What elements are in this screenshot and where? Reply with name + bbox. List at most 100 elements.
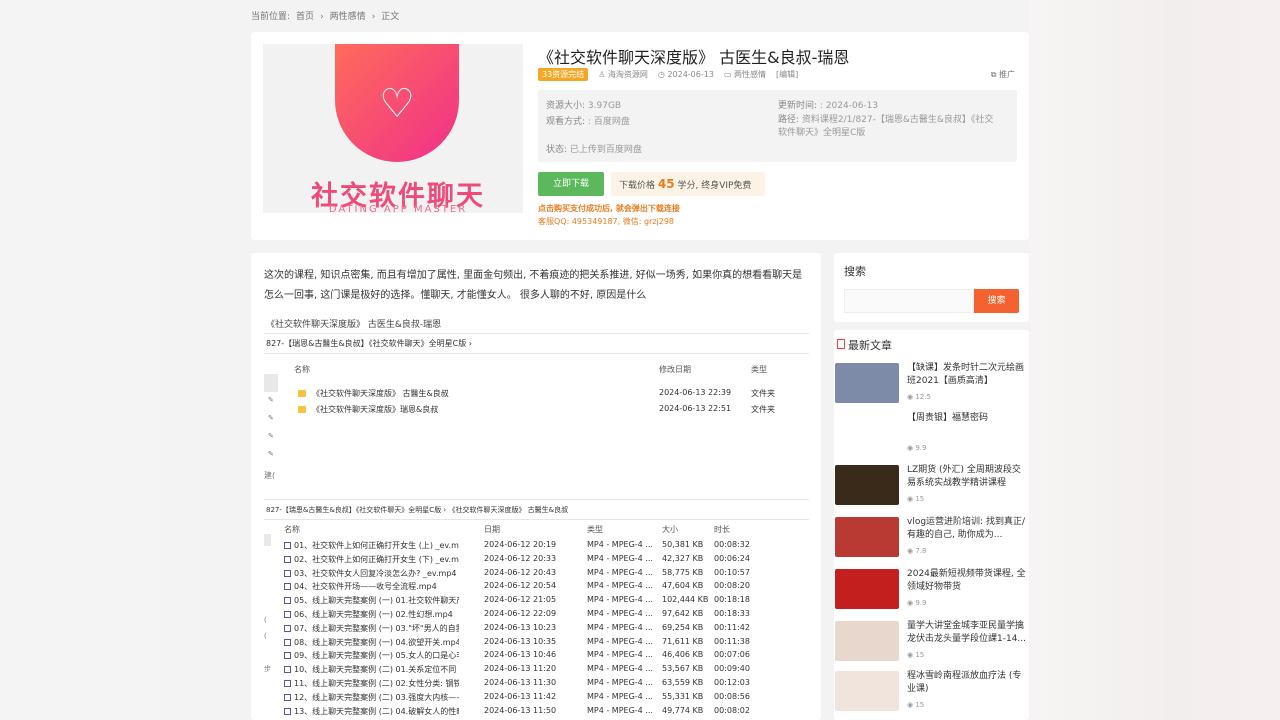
promote-link[interactable]: ⧉ 推广 (991, 69, 1015, 80)
author-meta: ♙ 海淘资源网 (598, 69, 648, 80)
breadcrumb-home[interactable]: 首页 (296, 12, 314, 22)
search-input[interactable] (844, 289, 974, 313)
purchase-note: 点击购买支付成功后, 就会弹出下载连接 (538, 204, 680, 213)
download-button[interactable]: 立即下载 (538, 172, 604, 196)
file-size: 47,604 KB (662, 581, 704, 591)
folder-icon (298, 390, 306, 397)
file-type: MP4 - MPEG-4 ... (587, 705, 653, 715)
article-title[interactable]: 【缺课】发条时针二次元绘画班2021【画质高清】 (907, 362, 1029, 388)
latest-article-item[interactable]: LZ期货 (外汇) 全周期波段交易系统实战教学精讲课程 ◉ 15 (835, 462, 1029, 510)
search-widget: 搜索 搜索 (834, 253, 1029, 322)
latest-article-item[interactable]: 【周贵银】福慧密码 ◉ 9.9 (835, 410, 1029, 458)
article-title[interactable]: 量学大讲堂金城李亚民量学擒龙伏击龙头量学段位課1-14... (907, 620, 1029, 646)
article-title[interactable]: 2024最新短视频带货课程, 全领域好物带货 (907, 568, 1029, 594)
file-name: 《社交软件聊天深度版》 古醫生&良叔 (312, 389, 449, 398)
breadcrumb-separator: › (371, 12, 376, 22)
breadcrumb-separator: › (320, 12, 324, 22)
file-date: 2024-06-12 22:09 (484, 609, 557, 618)
file-size: 46,406 KB (662, 650, 704, 660)
file-size: 49,774 KB (662, 705, 704, 715)
article-thumbnail[interactable] (835, 569, 899, 609)
size-label: 资源大小: (546, 101, 586, 111)
edit-link[interactable]: [编辑] (776, 69, 798, 80)
intro-text: 这次的课程, 知识点密集, 而且有增加了属性, 里面金句频出, 不着痕迹的把关系… (264, 270, 803, 301)
file-name: 06、线上聊天完整案例 (一) 02.性幻想.mp4 (284, 609, 459, 620)
contact-note: 客服QQ: 495349187, 微信: grzj298 (538, 217, 675, 226)
size-value: 3.97GB (587, 101, 622, 111)
video-file-row: 07、线上聊天完整案例 (一) 03."坏"男人的自我... 2024-06-13… (264, 623, 809, 637)
video-file-row: 13、线上聊天完整案例 (二) 04.破解女人的性暗... 2024-06-13 … (264, 706, 809, 720)
video-file-row: 04、社交软件开场——收号全流程.mp4 2024-06-12 20:54 MP4 … (264, 581, 809, 595)
file-name: 02、社交软件上如何正确打开女生 (下) _ev.mp4 (284, 554, 459, 565)
file-type: MP4 - MPEG-4 ... (587, 609, 653, 618)
column-type: 类型 (751, 365, 767, 374)
latest-article-item[interactable]: 量学大讲堂金城李亚民量学擒龙伏击龙头量学段位課1-14... ◉ 15 (835, 618, 1029, 666)
author-name[interactable]: 海淘资源网 (608, 70, 648, 79)
product-meta: 33资源完结 ♙ 海淘资源网 ◷ 2024-06-13 ▭ 两性感情 [编辑] (538, 68, 798, 81)
latest-article-item[interactable]: 【缺课】发条时针二次元绘画班2021【画质高清】 ◉ 12.5 (835, 360, 1029, 408)
video-file-icon (284, 638, 291, 646)
video-file-row: 02、社交软件上如何正确打开女生 (下) _ev.mp4 2024-06-12 2… (264, 554, 809, 568)
user-icon: ♙ (598, 70, 608, 79)
product-title: 《社交软件聊天深度版》 古医生&良叔-瑞恩 (538, 48, 850, 67)
post-category[interactable]: 两性感情 (734, 70, 766, 79)
folder-icon: ▭ (723, 70, 735, 79)
nav-pane-label: ( (264, 632, 267, 640)
search-button[interactable]: 搜索 (974, 289, 1019, 313)
file-name: 12、线上聊天完整案例 (二) 03.强度大内核——... (284, 692, 459, 703)
file-name-text: 06、线上聊天完整案例 (一) 02.性幻想.mp4 (294, 610, 453, 619)
file-type: MP4 - MPEG-4 ... (587, 636, 653, 646)
file-duration: 00:18:33 (714, 609, 750, 618)
file-type: MP4 - MPEG-4 ... (587, 678, 653, 687)
latest-article-item[interactable]: 2024最新短视频带货课程, 全领域好物带货 ◉ 9.9 (835, 566, 1029, 614)
video-file-icon (284, 569, 291, 577)
score-value: 15 (915, 495, 925, 503)
article-thumbnail[interactable] (835, 363, 899, 403)
article-thumbnail[interactable] (835, 671, 899, 711)
page-background-right (1030, 0, 1280, 720)
file-name: 01、社交软件上如何正确打开女生 (上) _ev.mp4 (284, 540, 459, 551)
article-score: ◉ 15 (907, 701, 924, 709)
file-name: 13、线上聊天完整案例 (二) 04.破解女人的性暗... (284, 706, 459, 717)
latest-articles-widget: 最新文章 【缺课】发条时针二次元绘画班2021【画质高清】 ◉ 12.5 【周贵银】… (834, 330, 1029, 720)
article-score: ◉ 15 (907, 651, 924, 659)
video-file-row: 06、线上聊天完整案例 (一) 02.性幻想.mp4 2024-06-12 22:… (264, 609, 809, 623)
price-box: 下载价格 45 学分, 终身VIP免费 (611, 172, 765, 196)
nav-pane-label: 建( (264, 471, 276, 480)
article-title[interactable]: vlog运营进阶培训: 找到真正/有趣的自己, 助你成为... (907, 516, 1029, 542)
file-size: 50,381 KB (662, 540, 704, 549)
file-duration: 00:08:02 (714, 705, 750, 715)
file-name: 03、社交软件女人回复冷淡怎么办? _ev.mp4 (284, 568, 459, 579)
latest-article-item[interactable]: vlog运营进阶培训: 找到真正/有趣的自己, 助你成为... ◉ 7.8 (835, 514, 1029, 562)
latest-article-item[interactable]: 程冰雪岭南程派放血疗法 (专业课) ◉ 15 (835, 668, 1029, 716)
file-size: 55,331 KB (662, 691, 704, 701)
article-thumbnail[interactable] (835, 621, 899, 661)
file-name: 05、线上聊天完整案例 (一) 01.社交软件聊天产... (284, 595, 459, 606)
file-size: 97,642 KB (662, 609, 704, 618)
file-name-cell: 《社交软件聊天深度版》 古醫生&良叔 (298, 388, 638, 399)
video-file-icon (284, 542, 291, 549)
video-file-icon (284, 680, 291, 687)
breadcrumb-category[interactable]: 两性感情 (330, 12, 366, 22)
pin-icon: ✎ (268, 450, 274, 458)
article-thumbnail[interactable] (835, 465, 899, 505)
file-duration: 00:08:32 (714, 540, 750, 549)
file-name-text: 02、社交软件上如何正确打开女生 (下) _ev.mp4 (294, 554, 459, 564)
article-thumbnail[interactable] (835, 517, 899, 557)
file-duration: 00:12:03 (714, 678, 750, 687)
product-thumbnail[interactable]: ♡ 社交软件聊天 DATING APP MASTER (263, 44, 523, 213)
file-type: MP4 - MPEG-4 ... (587, 691, 653, 701)
file-size: 42,327 KB (662, 553, 704, 563)
article-title[interactable]: 程冰雪岭南程派放血疗法 (专业课) (907, 670, 1029, 696)
video-file-row: 03、社交软件女人回复冷淡怎么办? _ev.mp4 2024-06-12 20:4… (264, 568, 809, 582)
file-row: 《社交软件聊天深度版》瑞恩&良叔 2024-06-13 22:51 文件夹 (264, 404, 809, 418)
score-value: 12.5 (915, 393, 931, 401)
article-title[interactable]: LZ期货 (外汇) 全周期波段交易系统实战教学精讲课程 (907, 464, 1029, 490)
video-file-row: 08、线上聊天完整案例 (一) 04.欲望开关.mp4 2024-06-13 10… (264, 637, 809, 651)
file-duration: 00:09:40 (714, 664, 750, 674)
article-title[interactable]: 【周贵银】福慧密码 (907, 412, 1029, 425)
file-name-text: 12、线上聊天完整案例 (二) 03.强度大内核——... (294, 692, 459, 702)
column-duration: 时长 (714, 525, 730, 534)
state-value: 已上传到百度网盘 (569, 145, 642, 155)
video-file-icon (284, 707, 291, 715)
